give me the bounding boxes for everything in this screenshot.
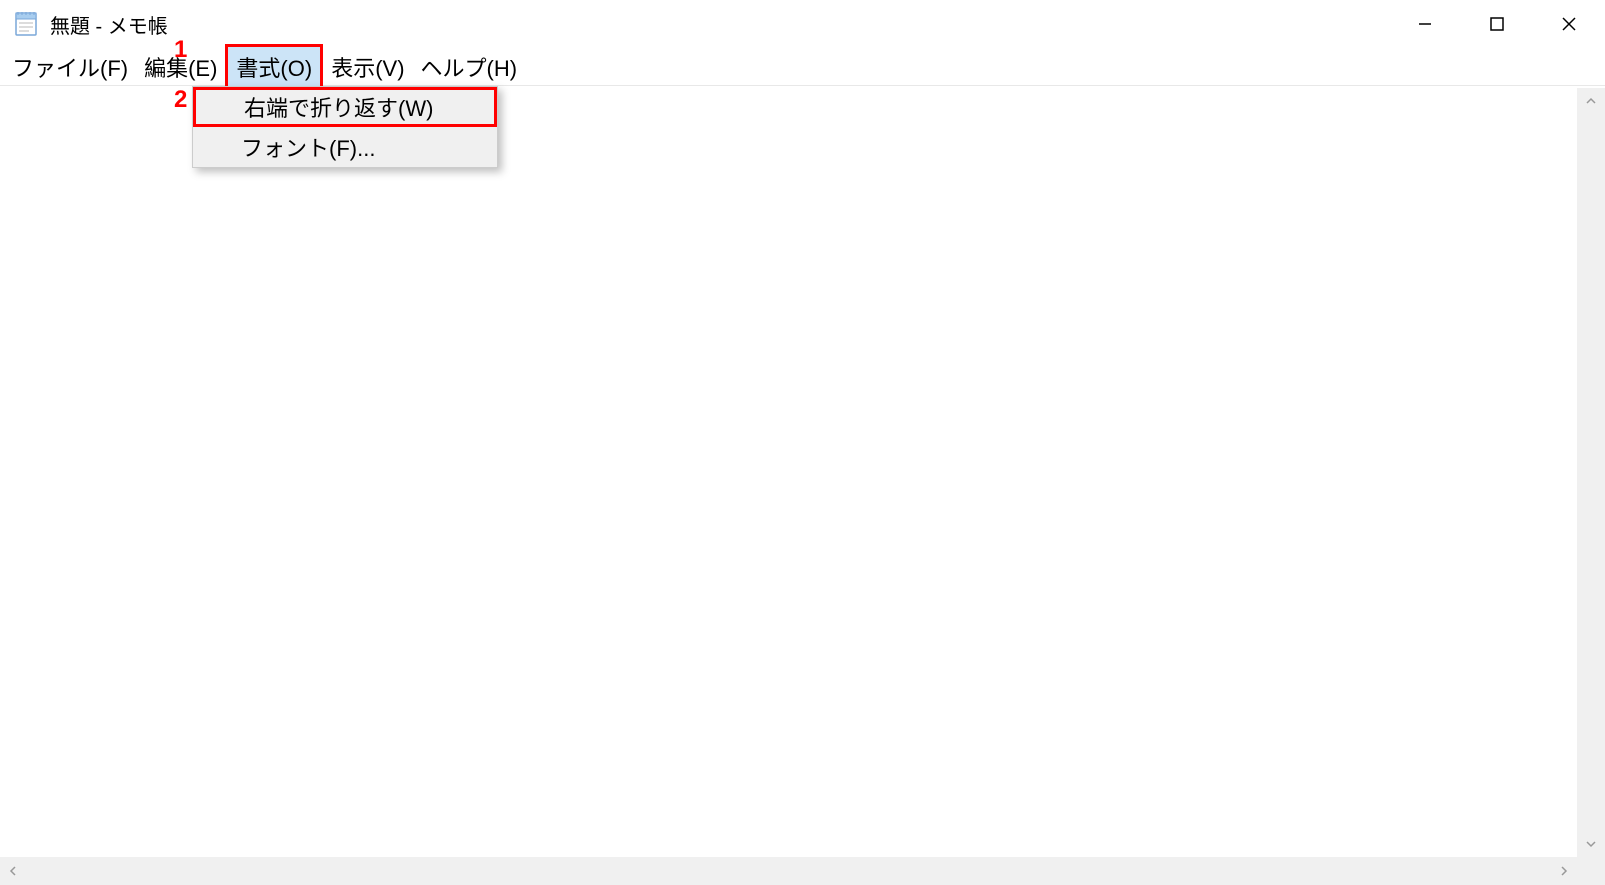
- scroll-down-icon[interactable]: [1578, 831, 1604, 857]
- minimize-button[interactable]: [1389, 0, 1461, 48]
- scroll-up-icon[interactable]: [1578, 88, 1604, 114]
- menu-file[interactable]: ファイル(F): [4, 47, 136, 87]
- title-bar: 無題 - メモ帳: [0, 0, 1605, 48]
- horizontal-scrollbar[interactable]: [0, 857, 1605, 885]
- scroll-right-icon[interactable]: [1551, 858, 1577, 884]
- menu-help[interactable]: ヘルプ(H): [413, 47, 526, 87]
- text-area[interactable]: [0, 88, 1577, 857]
- annotation-2: 2: [174, 86, 187, 114]
- menu-format[interactable]: 書式(O): [225, 44, 323, 90]
- menu-font[interactable]: フォント(F)...: [193, 127, 497, 167]
- scroll-left-icon[interactable]: [0, 858, 26, 884]
- maximize-button[interactable]: [1461, 0, 1533, 48]
- window-title: 無題 - メモ帳: [50, 10, 168, 39]
- menu-word-wrap[interactable]: 右端で折り返す(W): [193, 87, 497, 127]
- menu-bar: ファイル(F) 編集(E) 書式(O) 表示(V) ヘルプ(H): [0, 48, 1605, 86]
- window-controls: [1389, 0, 1605, 48]
- vertical-scrollbar[interactable]: [1577, 88, 1605, 857]
- close-button[interactable]: [1533, 0, 1605, 48]
- title-left: 無題 - メモ帳: [12, 10, 168, 39]
- notepad-icon: [12, 10, 40, 38]
- format-dropdown: 右端で折り返す(W) フォント(F)...: [192, 86, 498, 168]
- annotation-1: 1: [174, 36, 187, 64]
- menu-view[interactable]: 表示(V): [323, 47, 412, 87]
